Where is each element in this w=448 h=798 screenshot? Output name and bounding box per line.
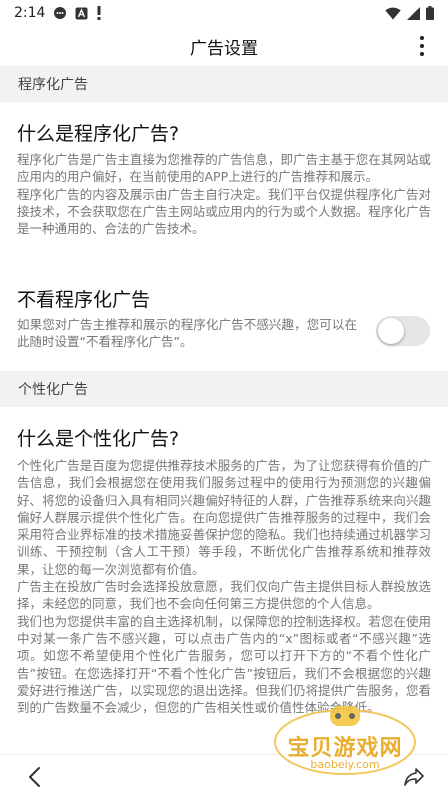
personalized-ad-desc-2: 广告主在投放广告时会选择投放意愿，我们仅向广告主提供目标人群投放选择，未经您的同… [17, 579, 431, 612]
personalized-ad-info: 什么是个性化广告? 个性化广告是百度为您提供推荐技术服务的广告，为了让您获得有价… [0, 407, 448, 716]
wifi-icon [385, 7, 401, 20]
programmatic-ad-title: 什么是程序化广告? [17, 123, 180, 145]
personalized-ad-title: 什么是个性化广告? [17, 428, 180, 450]
toggle-knob [378, 318, 404, 344]
section-header-programmatic: 程序化广告 [0, 66, 448, 102]
watermark-logo: 宝贝游戏网 baobeiy.com [272, 702, 418, 776]
battery-icon [426, 6, 434, 20]
opt-out-programmatic-row: 不看程序化广告 如果您对广告主推荐和展示的程序化广告不感兴趣，您可以在此随时设置… [0, 277, 448, 371]
opt-out-programmatic-title: 不看程序化广告 [17, 289, 151, 311]
personalized-ad-desc-3: 我们也为您提供丰富的自主选择机制，以保障您的控制选择权。若您在使用中对某一条广告… [17, 613, 431, 716]
alert-icon [96, 6, 102, 20]
personalized-ad-desc-1: 个性化广告是百度为您提供推荐技术服务的广告，为了让您获得有价值的广告信息，我们会… [17, 458, 431, 577]
more-options-icon[interactable] [414, 34, 430, 58]
status-right [385, 6, 434, 20]
title-bar: 广告设置 [0, 26, 448, 66]
chat-notification-icon [53, 6, 67, 20]
status-bar: 2:14 [0, 0, 448, 26]
programmatic-ad-info: 什么是程序化广告? 程序化广告是广告主直接为您推荐的广告信息，即广告主基于您在其… [0, 102, 448, 277]
signal-icon [407, 6, 420, 20]
status-time: 2:14 [14, 5, 46, 21]
section-header-personalized: 个性化广告 [0, 371, 448, 407]
programmatic-ad-desc-2: 程序化广告的内容及展示由广告主自行决定。我们平台仅提供程序化广告对接技术，不会获… [17, 186, 431, 237]
watermark-url: baobeiy.com [310, 758, 380, 771]
programmatic-ad-desc-1: 程序化广告是广告主直接为您推荐的广告信息，即广告主基于您在其网站或应用内的用户偏… [17, 152, 431, 185]
app-notification-icon [75, 7, 88, 20]
back-chevron-icon[interactable] [22, 765, 46, 789]
opt-out-programmatic-toggle[interactable] [376, 316, 430, 346]
opt-out-programmatic-desc: 如果您对广告主推荐和展示的程序化广告不感兴趣，您可以在此随时设置“不看程序化广告… [17, 317, 357, 350]
status-left: 2:14 [14, 5, 102, 21]
page-title: 广告设置 [190, 38, 258, 59]
